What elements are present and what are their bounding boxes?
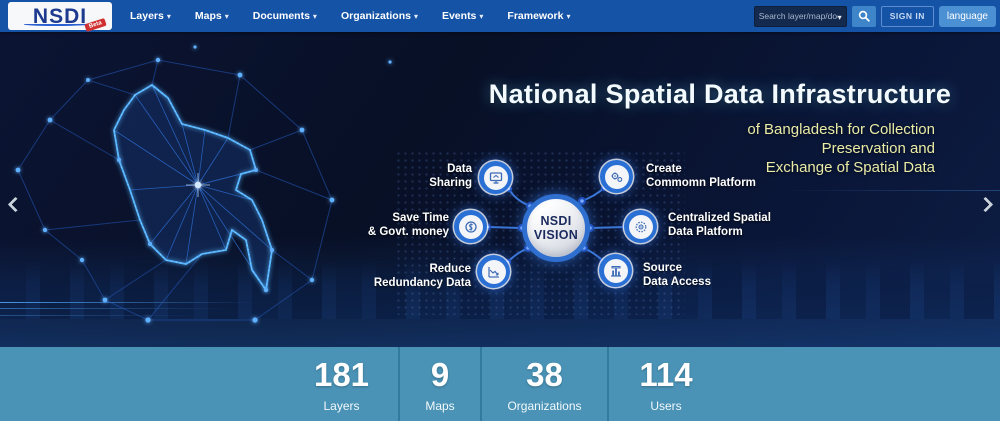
vision-label-data-sharing: Data Sharing [352,163,472,190]
menu-item-maps[interactable]: Maps [195,10,229,22]
menu-label: Layers [130,10,164,22]
chart-down-icon [487,265,501,279]
stat-value: 38 [526,358,563,392]
stat-label: Organizations [507,399,581,413]
vision-label-create-platform: Create Commomn Platform [646,163,756,190]
stats-bar: 181 Layers 9 Maps 38 Organizations 114 U… [0,347,1000,421]
vision-center-line2: VISION [534,228,578,242]
menu-label: Organizations [341,10,411,22]
beta-badge: Beta [84,18,106,32]
stat-organizations: 38 Organizations [482,347,607,421]
sign-in-button[interactable]: SIGN IN [881,6,934,27]
navbar-actions: SIGN IN language [754,0,996,32]
menu-item-layers[interactable]: Layers [130,10,171,22]
chevron-down-icon [225,10,229,22]
stat-value: 181 [314,358,369,392]
vision-label-source-data: Source Data Access [643,262,711,289]
gears-icon [610,170,624,184]
vision-label-reduce-redundancy: Reduce Redundancy Data [341,263,471,290]
menu-item-documents[interactable]: Documents [253,10,317,22]
stat-value: 9 [431,358,449,392]
chevron-down-icon [479,10,483,22]
hero-banner: National Spatial Data Infrastructure of … [0,32,1000,347]
search-input[interactable] [759,11,838,21]
stat-value: 114 [639,358,692,392]
stat-users: 114 Users [609,347,723,421]
search-box [754,6,847,27]
stats-row: 181 Layers 9 Maps 38 Organizations 114 U… [285,347,723,421]
vision-center-line1: NSDI [540,214,571,228]
monitor-share-icon [489,171,503,185]
vision-node-save-time [454,210,487,243]
vision-node-source-data [599,254,632,287]
vision-node-reduce-redundancy [477,255,510,288]
search-dropdown-chevron-icon[interactable] [838,7,842,25]
main-menu: Layers Maps Documents Organizations Even… [130,0,570,32]
menu-label: Events [442,10,476,22]
menu-item-events[interactable]: Events [442,10,483,22]
search-button[interactable] [852,6,876,27]
vision-node-centralized-platform [624,210,657,243]
menu-label: Framework [507,10,563,22]
vision-label-centralized-platform: Centralized Spatial Data Platform [668,212,771,239]
menu-label: Documents [253,10,310,22]
stat-label: Maps [425,399,454,413]
chevron-left-icon [7,196,23,212]
globe-gear-icon [634,220,648,234]
menu-label: Maps [195,10,222,22]
search-icon [858,10,870,22]
brand-logo[interactable]: NSDI Beta [8,2,112,30]
vision-label-save-time: Save Time & Govt. money [319,212,449,239]
stat-layers: 181 Layers [285,347,398,421]
vision-node-data-sharing [479,161,512,194]
carousel-next-button[interactable] [972,184,998,224]
vision-node-create-platform [600,160,633,193]
database-building-icon [609,264,623,278]
chevron-right-icon [977,196,993,212]
menu-item-framework[interactable]: Framework [507,10,570,22]
chevron-down-icon [566,10,570,22]
navbar: NSDI Beta Layers Maps Documents Organiza… [0,0,1000,32]
chevron-down-icon [414,10,418,22]
menu-item-organizations[interactable]: Organizations [341,10,418,22]
chevron-down-icon [313,10,317,22]
language-button[interactable]: language [939,6,996,27]
stat-maps: 9 Maps [400,347,480,421]
coin-icon [464,220,478,234]
chevron-down-icon [167,10,171,22]
carousel-prev-button[interactable] [2,184,28,224]
vision-center: NSDI VISION [522,194,590,262]
stat-label: Users [650,399,681,413]
stat-label: Layers [323,399,359,413]
